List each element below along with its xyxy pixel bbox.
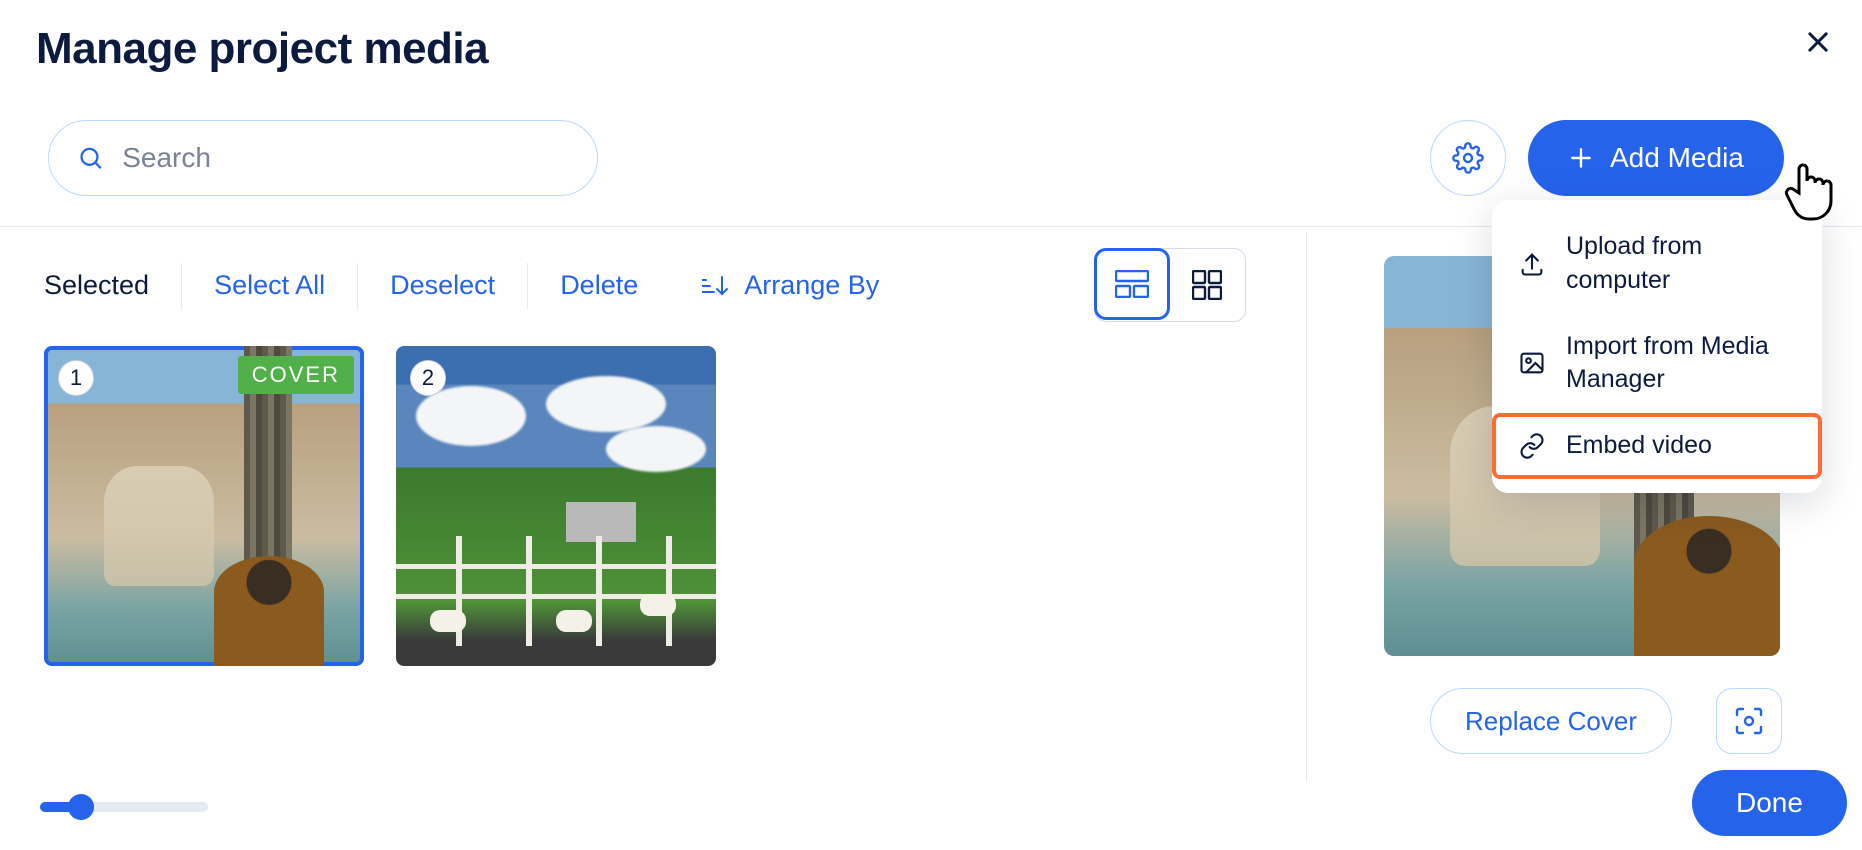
close-button[interactable] [1798, 22, 1838, 62]
settings-button[interactable] [1430, 120, 1506, 196]
add-media-label: Add Media [1610, 142, 1744, 174]
dropdown-item-import-media-manager[interactable]: Import from Media Manager [1492, 314, 1822, 414]
deselect-button[interactable]: Deselect [358, 260, 527, 311]
media-grid: 1 COVER 2 [44, 346, 716, 666]
delete-button[interactable]: Delete [528, 260, 670, 311]
dropdown-item-upload-computer[interactable]: Upload from computer [1492, 214, 1822, 314]
arrange-by-label: Arrange By [744, 270, 879, 301]
media-item[interactable]: 1 COVER [44, 346, 364, 666]
replace-cover-label: Replace Cover [1465, 706, 1637, 737]
pointer-cursor-icon [1783, 159, 1837, 228]
slider-knob[interactable] [68, 794, 94, 820]
search-field[interactable] [48, 120, 598, 196]
done-label: Done [1736, 787, 1803, 819]
link-icon [1518, 432, 1546, 460]
selected-label: Selected [44, 260, 181, 311]
dropdown-item-label: Import from Media Manager [1566, 330, 1796, 398]
close-icon [1804, 28, 1832, 56]
gear-icon [1452, 142, 1484, 174]
media-item[interactable]: 2 [396, 346, 716, 666]
media-index-badge: 1 [58, 360, 94, 396]
search-input[interactable] [122, 142, 569, 174]
view-masonry-button[interactable] [1094, 248, 1170, 320]
dropdown-item-label: Upload from computer [1566, 230, 1796, 298]
view-grid-button[interactable] [1169, 249, 1245, 321]
sort-icon [702, 274, 730, 298]
selection-toolbar: Selected Select All Deselect Delete Arra… [44, 260, 911, 311]
divider [1306, 232, 1307, 782]
done-button[interactable]: Done [1692, 770, 1847, 836]
media-index-badge: 2 [410, 360, 446, 396]
masonry-icon [1115, 270, 1149, 298]
add-media-button[interactable]: Add Media [1528, 120, 1784, 196]
focal-point-button[interactable] [1716, 688, 1782, 754]
select-all-button[interactable]: Select All [182, 260, 357, 311]
dropdown-item-embed-video[interactable]: Embed video [1492, 413, 1822, 479]
dropdown-item-label: Embed video [1566, 429, 1796, 463]
plus-icon [1568, 145, 1594, 171]
add-media-dropdown: Upload from computer Import from Media M… [1492, 200, 1822, 493]
grid-icon [1192, 270, 1222, 300]
arrange-by-button[interactable]: Arrange By [670, 260, 911, 311]
page-title: Manage project media [36, 24, 488, 74]
zoom-slider[interactable] [40, 802, 208, 812]
view-mode-toggle [1094, 248, 1246, 322]
search-icon [77, 143, 104, 173]
image-icon [1518, 349, 1546, 377]
replace-cover-button[interactable]: Replace Cover [1430, 688, 1672, 754]
upload-icon [1518, 250, 1546, 278]
cover-badge: COVER [238, 356, 354, 394]
focal-point-icon [1733, 705, 1765, 737]
